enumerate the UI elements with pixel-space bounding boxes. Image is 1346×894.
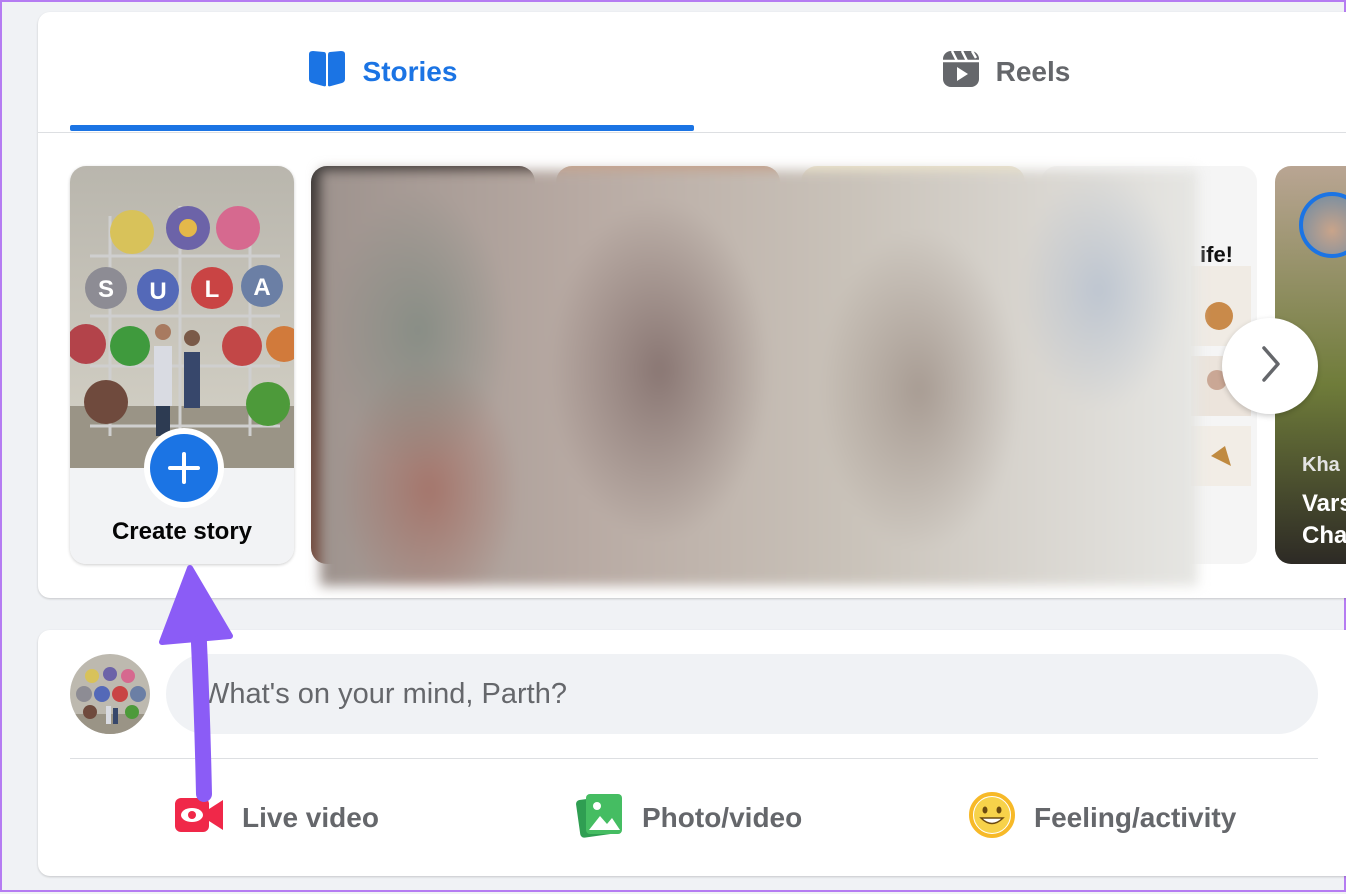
chevron-right-icon [1256, 344, 1284, 389]
tab-divider [38, 132, 1346, 133]
tab-stories[interactable]: Stories [70, 12, 694, 132]
plus-icon [150, 434, 218, 502]
story-author: Kha [1302, 454, 1340, 476]
add-story-button[interactable] [144, 428, 224, 508]
story-title-line: Vars [1302, 490, 1346, 517]
video-camera-icon [174, 795, 224, 842]
reels-play-icon [942, 49, 980, 95]
post-composer: Live video Photo/video Feeling/activity [38, 630, 1346, 876]
profile-photo: SULA [70, 166, 294, 468]
svg-text:A: A [253, 274, 270, 301]
active-tab-indicator [70, 125, 694, 131]
live-video-button[interactable]: Live video [174, 790, 379, 846]
story-text: ife! [1200, 242, 1233, 267]
feeling-activity-button[interactable]: Feeling/activity [968, 790, 1236, 846]
story-title: Vars Cha [1302, 488, 1346, 552]
tab-reels[interactable]: Reels [694, 12, 1318, 132]
blurred-stories [320, 170, 1198, 586]
photo-icon [576, 792, 624, 845]
svg-text:U: U [149, 278, 166, 305]
tab-stories-label: Stories [362, 56, 458, 87]
create-story-card[interactable]: S U L A Create story [70, 166, 294, 564]
stories-card: Stories Reels S U L A Create story ife! … [38, 12, 1346, 598]
create-story-label: Create story [111, 518, 253, 545]
photo-video-label: Photo/video [642, 802, 803, 833]
next-stories-button[interactable] [1222, 318, 1318, 414]
book-open-icon [307, 50, 347, 95]
composer-divider [70, 758, 1318, 759]
live-video-label: Live video [242, 802, 379, 833]
svg-text:S: S [98, 276, 114, 303]
status-input[interactable] [166, 654, 1318, 734]
svg-text:L: L [205, 276, 220, 303]
feeling-activity-label: Feeling/activity [1034, 802, 1237, 833]
photo-video-button[interactable]: Photo/video [576, 790, 802, 846]
smiley-icon [968, 791, 1016, 846]
story-title-line: Cha [1302, 522, 1346, 549]
tab-reels-label: Reels [995, 56, 1071, 87]
avatar[interactable] [70, 654, 150, 734]
